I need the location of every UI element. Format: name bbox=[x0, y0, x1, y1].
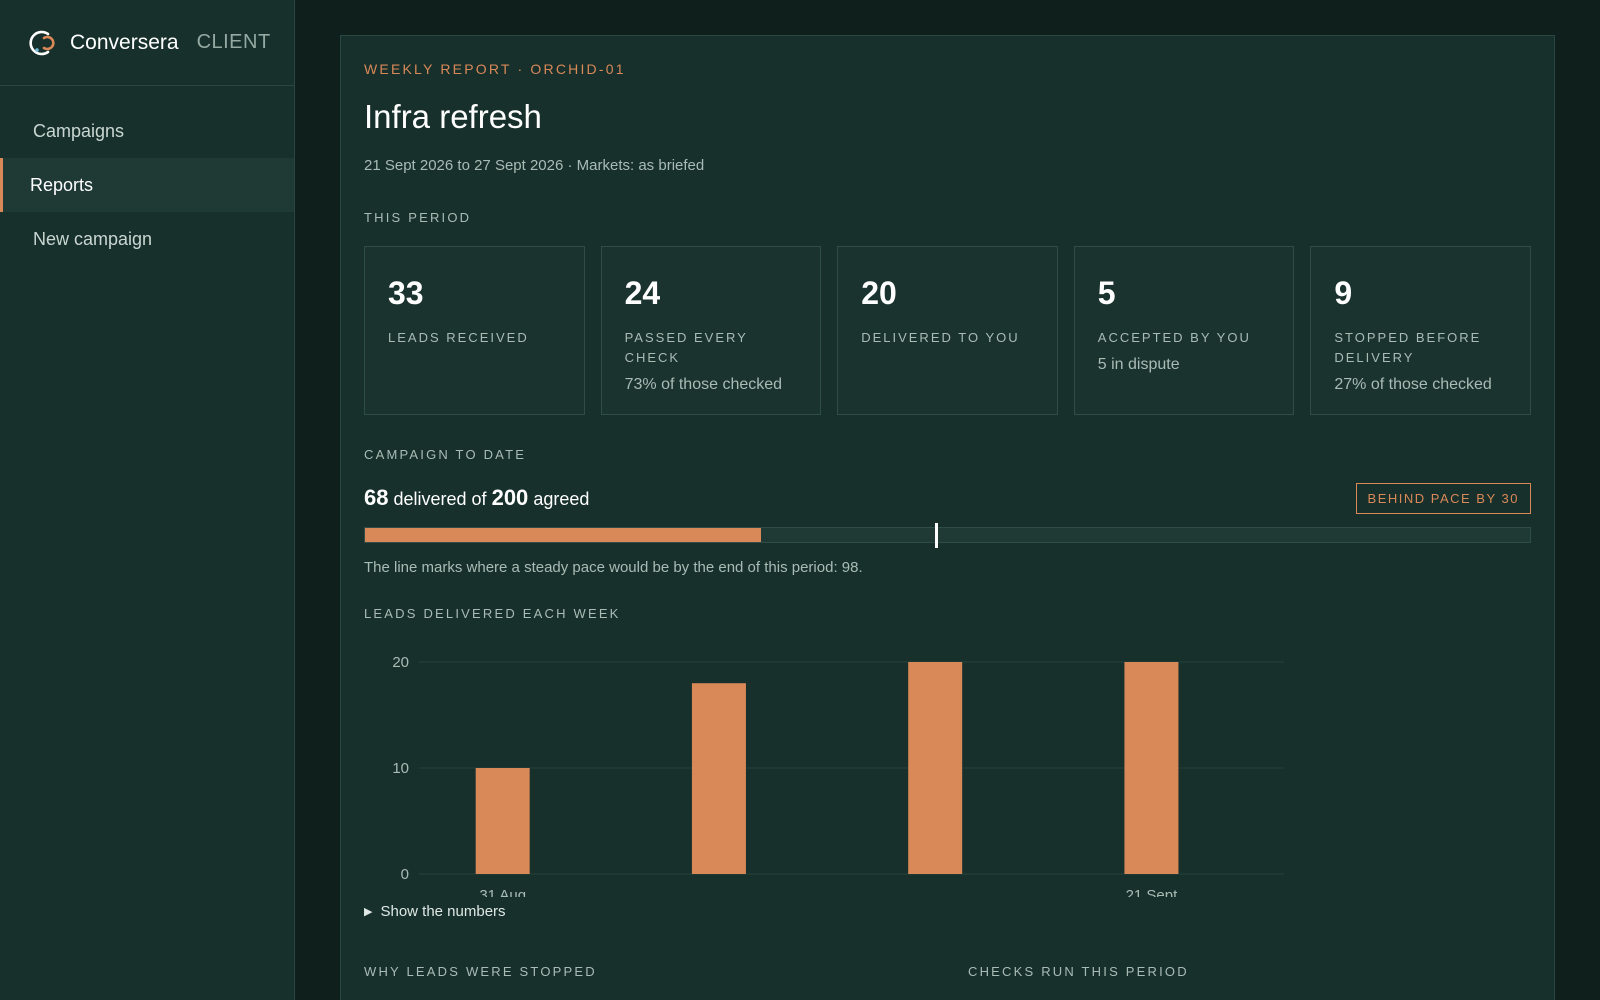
stat-label: STOPPED BEFORE DELIVERY bbox=[1334, 330, 1482, 365]
stat-value: 9 bbox=[1334, 275, 1353, 311]
sidebar-nav: Campaigns Reports New campaign bbox=[0, 104, 294, 266]
sidebar-item-campaigns[interactable]: Campaigns bbox=[0, 104, 294, 158]
stat-card-accepted-by-you: 5 ACCEPTED BY YOU 5 in dispute bbox=[1073, 246, 1295, 415]
y-tick-label: 10 bbox=[392, 760, 409, 777]
brand-tag: CLIENT bbox=[196, 31, 271, 53]
stat-card-stopped-before-delivery: 9 STOPPED BEFORE DELIVERY 27% of those c… bbox=[1310, 246, 1531, 415]
stat-label: LEADS RECEIVED bbox=[388, 330, 529, 345]
weekly-leads-chart: 0 10 20 31 Aug 21 Sept bbox=[392, 654, 1284, 897]
stat-label: ACCEPTED BY YOU bbox=[1097, 330, 1251, 345]
show-numbers-toggle[interactable]: ▶ Show the numbers bbox=[364, 903, 1531, 920]
stat-label: DELIVERED TO YOU bbox=[861, 330, 1020, 345]
campaign-to-date-label: CAMPAIGN TO DATE bbox=[364, 447, 527, 462]
stat-card-passed-every-check: 24 PASSED EVERY CHECK 73% of those check… bbox=[600, 246, 822, 415]
delivered-text: delivered of bbox=[393, 489, 487, 509]
bar bbox=[475, 768, 530, 874]
stat-value: 5 bbox=[1097, 275, 1116, 311]
progress-header: 68 delivered of 200 agreed BEHIND PACE B… bbox=[364, 482, 1531, 514]
stat-note: 5 in dispute bbox=[1097, 356, 1180, 373]
x-tick-label: 21 Sept bbox=[1126, 887, 1179, 897]
stat-note: 73% of those checked bbox=[624, 376, 783, 393]
show-numbers-label: Show the numbers bbox=[380, 903, 506, 920]
sidebar: Conversera CLIENT Campaigns Reports New … bbox=[0, 0, 295, 1000]
stat-card-delivered-to-you: 20 DELIVERED TO YOU bbox=[837, 246, 1058, 415]
brand-name: Conversera bbox=[70, 30, 179, 54]
disclosure-triangle-icon: ▶ bbox=[364, 906, 373, 918]
agreed-count: 200 bbox=[491, 485, 529, 510]
bar bbox=[908, 662, 963, 874]
this-period-label: THIS PERIOD bbox=[364, 210, 472, 225]
progress-summary: 68 delivered of 200 agreed bbox=[364, 485, 589, 511]
report-subtitle: 21 Sept 2026 to 27 Sept 2026 · Markets: … bbox=[364, 157, 705, 174]
y-tick-label: 0 bbox=[401, 866, 409, 883]
pace-status-badge: BEHIND PACE BY 30 bbox=[1355, 482, 1531, 514]
sidebar-item-reports[interactable]: Reports bbox=[0, 158, 294, 212]
stat-note: 27% of those checked bbox=[1334, 376, 1492, 393]
delivery-progress-bar bbox=[364, 523, 1531, 548]
y-tick-label: 20 bbox=[392, 654, 409, 671]
stat-card-leads-received: 33 LEADS RECEIVED bbox=[364, 246, 585, 415]
conversera-logo-icon bbox=[29, 30, 55, 55]
stat-value: 24 bbox=[624, 275, 661, 311]
report-panel: WEEKLY REPORT · ORCHID-01 Infra refresh … bbox=[340, 35, 1555, 1000]
stat-value: 33 bbox=[388, 275, 424, 311]
stat-label: PASSED EVERY CHECK bbox=[624, 330, 748, 365]
bar bbox=[1124, 662, 1179, 874]
why-stopped-label: WHY LEADS WERE STOPPED bbox=[364, 964, 597, 979]
agreed-text: agreed bbox=[533, 489, 590, 509]
bottom-section-labels: WHY LEADS WERE STOPPED CHECKS RUN THIS P… bbox=[364, 964, 1531, 979]
x-tick-label: 31 Aug bbox=[479, 887, 526, 897]
delivered-count: 68 bbox=[364, 485, 389, 510]
page-title: Infra refresh bbox=[364, 98, 542, 135]
weekly-chart-label: LEADS DELIVERED EACH WEEK bbox=[364, 606, 621, 621]
weekly-chart-section: LEADS DELIVERED EACH WEEK 0 10 20 31 Aug 21 … bbox=[364, 606, 1531, 920]
progress-note: The line marks where a steady pace would… bbox=[364, 559, 863, 576]
checks-run-label: CHECKS RUN THIS PERIOD bbox=[968, 964, 1189, 979]
stats-row: 33 LEADS RECEIVED 24 PASSED EVERY CHECK … bbox=[364, 246, 1531, 415]
delivery-progress-fill bbox=[365, 528, 762, 542]
report-eyebrow: WEEKLY REPORT · ORCHID-01 bbox=[364, 61, 626, 77]
stat-value: 20 bbox=[861, 275, 897, 311]
sidebar-item-new-campaign[interactable]: New campaign bbox=[0, 212, 294, 266]
brand-header[interactable]: Conversera CLIENT bbox=[0, 0, 294, 86]
pace-marker bbox=[934, 523, 938, 548]
bar bbox=[691, 683, 746, 874]
